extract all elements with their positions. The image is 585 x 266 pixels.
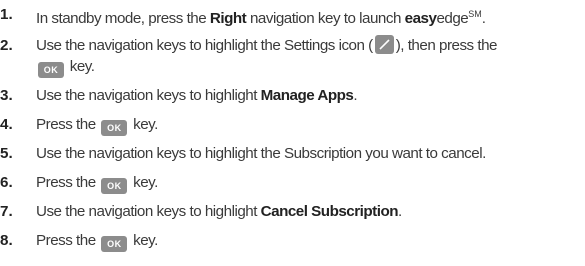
- step-text: Use the navigation keys to highlight Man…: [36, 87, 358, 104]
- step-number: 1.: [0, 6, 13, 23]
- step-number: 8.: [0, 232, 13, 249]
- step-text: Use the navigation keys to highlight the…: [36, 35, 581, 78]
- service-mark: SM: [468, 9, 482, 19]
- brand-easy: easy: [404, 10, 437, 27]
- right-key-label: Right: [209, 10, 247, 27]
- step-number: 4.: [0, 116, 13, 133]
- step-2-line-2: OK key.: [36, 56, 581, 78]
- step-text: Use the navigation keys to highlight the…: [36, 145, 486, 162]
- brand-edge: edge: [436, 10, 469, 27]
- step-text: In standby mode, press the Right navigat…: [36, 9, 486, 27]
- ok-key-icon: OK: [101, 178, 128, 194]
- step-text: Press the OK key.: [36, 172, 581, 194]
- ok-key-icon: OK: [101, 236, 128, 252]
- step-number: 6.: [0, 174, 13, 191]
- step-number: 5.: [0, 145, 13, 162]
- settings-slash-icon: [374, 35, 394, 54]
- step-text: Press the OK key.: [36, 230, 581, 252]
- step-number: 7.: [0, 203, 13, 220]
- ok-key-icon: OK: [38, 62, 64, 78]
- ok-key-icon: OK: [101, 120, 128, 136]
- step-text: Use the navigation keys to highlight Can…: [36, 203, 402, 220]
- manage-apps-label: Manage Apps: [260, 87, 354, 104]
- step-number: 2.: [0, 37, 13, 54]
- cancel-subscription-label: Cancel Subscription: [260, 203, 399, 220]
- step-text: Press the OK key.: [36, 114, 581, 136]
- step-number: 3.: [0, 87, 13, 104]
